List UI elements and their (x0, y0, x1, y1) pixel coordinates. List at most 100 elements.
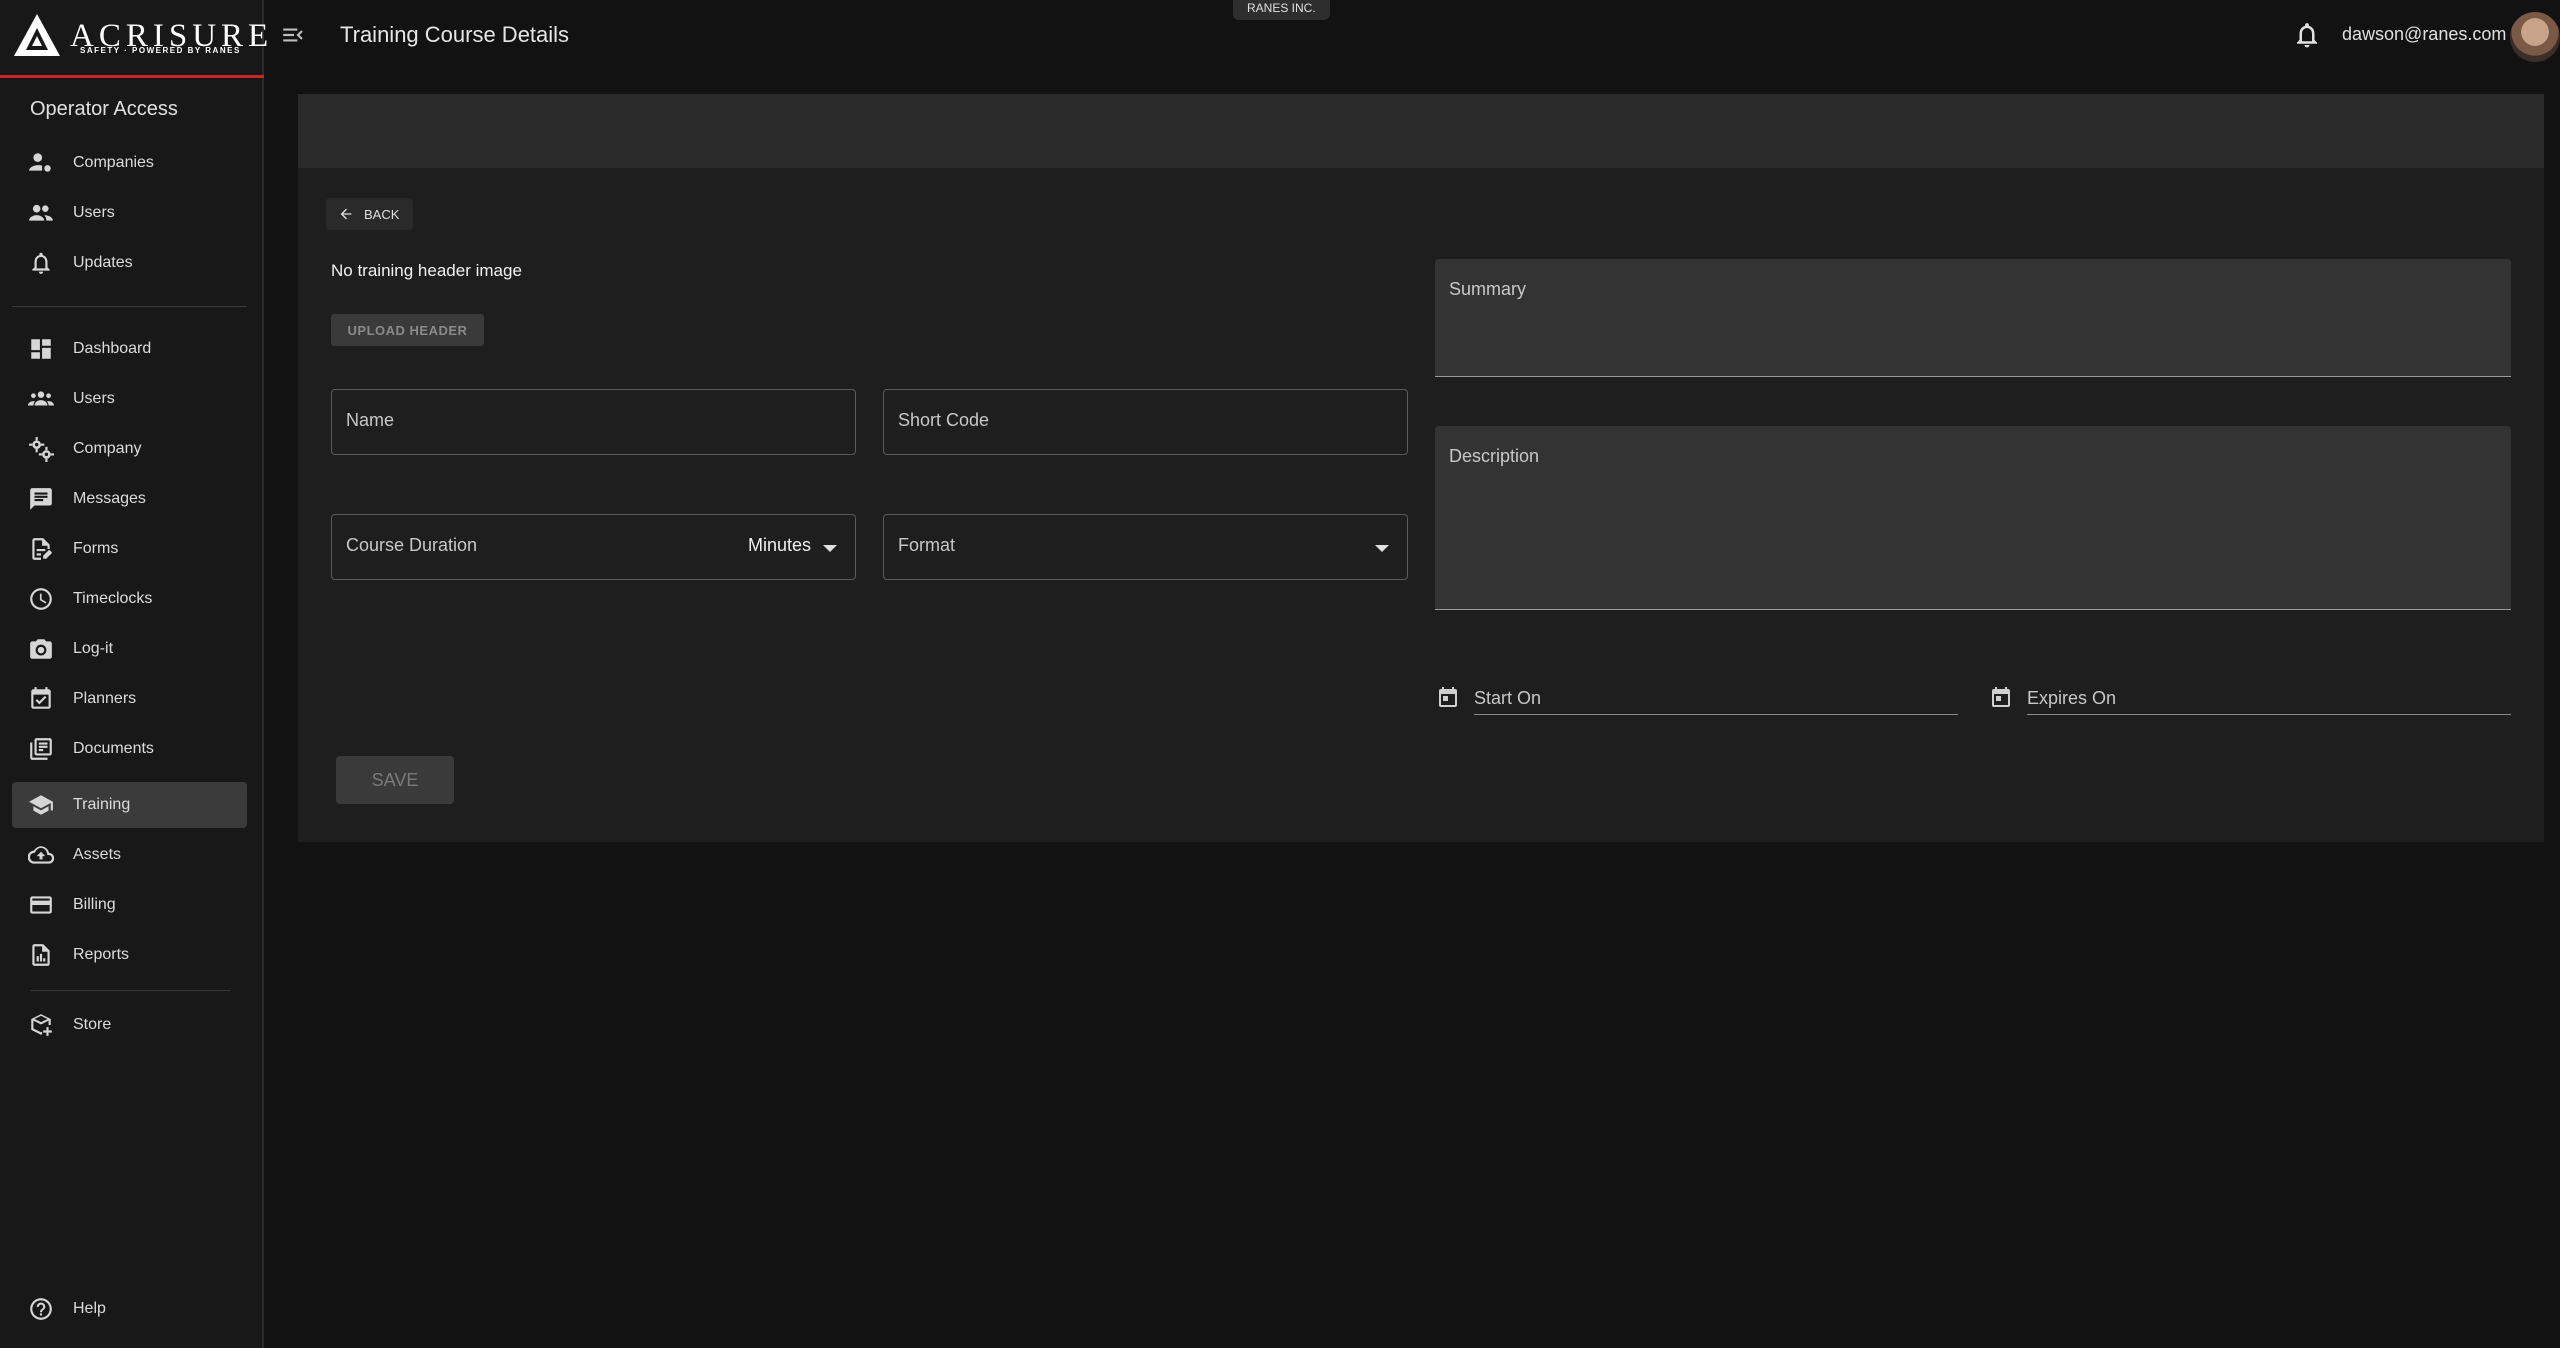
sidebar-item-label: Users (73, 390, 115, 407)
sidebar-divider (30, 990, 230, 991)
summary-placeholder: Summary (1449, 279, 1527, 299)
dropdown-arrow-icon[interactable] (1375, 545, 1389, 552)
sidebar-item-billing[interactable]: Billing (12, 882, 247, 928)
upload-header-button[interactable]: UPLOAD HEADER (331, 314, 484, 346)
acrisure-logo-icon (14, 14, 60, 56)
sidebar-item-label: Updates (73, 254, 133, 271)
no-header-image-text: No training header image (331, 261, 522, 280)
sidebar-item-label: Timeclocks (73, 590, 153, 607)
sidebar-item-users[interactable]: Users (12, 376, 247, 422)
brand-logo[interactable]: ACRISURE SAFETY · POWERED BY RANES (0, 0, 268, 78)
description-placeholder: Description (1449, 446, 1540, 466)
sidebar-item-forms[interactable]: Forms (12, 526, 247, 572)
sidebar-item-assets[interactable]: Assets (12, 832, 247, 878)
camera-icon (27, 635, 55, 663)
course-duration-placeholder: Course Duration (346, 535, 478, 555)
menu-collapse-icon[interactable] (280, 22, 306, 48)
sidebar-item-company[interactable]: Company (12, 426, 247, 472)
arrow-back-icon (340, 208, 352, 220)
sidebar-item-label: Companies (73, 154, 154, 171)
sidebar-item-label: Help (73, 1300, 106, 1317)
school-icon (27, 791, 55, 819)
sidebar-item-label: Dashboard (73, 340, 152, 357)
top-bar: Training Course Details RANES INC. dawso… (264, 0, 2560, 72)
company-chip[interactable]: RANES INC. (1233, 0, 1330, 20)
name-field[interactable]: Name (331, 389, 856, 455)
sidebar-item-planners[interactable]: Planners (12, 676, 247, 722)
gears-icon (27, 435, 55, 463)
duration-unit-select[interactable]: Minutes (748, 535, 811, 556)
app-root: ACRISURE SAFETY · POWERED BY RANES Opera… (0, 0, 2560, 1348)
sidebar-item-label: Users (73, 204, 115, 221)
operator-access-title: Operator Access (30, 98, 178, 120)
notifications-bell-icon[interactable] (2292, 20, 2322, 50)
sidebar-item-updates[interactable]: Updates (12, 240, 247, 286)
sidebar: ACRISURE SAFETY · POWERED BY RANES Opera… (0, 0, 268, 1348)
cloud-upload-icon (27, 841, 55, 869)
sidebar-item-operator-users[interactable]: Users (12, 190, 247, 236)
credit-card-icon (27, 891, 55, 919)
format-placeholder: Format (898, 535, 956, 555)
dashboard-icon (27, 335, 55, 363)
start-on-placeholder: Start On (1474, 688, 1542, 708)
sidebar-item-documents[interactable]: Documents (12, 726, 247, 772)
documents-icon (27, 735, 55, 763)
sidebar-item-label: Forms (73, 540, 119, 557)
report-icon (27, 941, 55, 969)
sidebar-item-training[interactable]: Training (12, 782, 247, 828)
sidebar-item-reports[interactable]: Reports (12, 932, 247, 978)
sidebar-item-companies[interactable]: Companies (12, 140, 247, 186)
people-icon (27, 199, 55, 227)
help-icon (27, 1295, 55, 1323)
sidebar-divider (12, 306, 247, 307)
manage-accounts-icon (27, 149, 55, 177)
description-field[interactable]: Description (1435, 426, 2511, 610)
brand-tagline: SAFETY · POWERED BY RANES (80, 46, 241, 55)
sidebar-item-label: Documents (73, 740, 154, 757)
groups-icon (27, 385, 55, 413)
sidebar-item-label: Reports (73, 946, 130, 963)
summary-field[interactable]: Summary (1435, 259, 2511, 377)
course-duration-field[interactable]: Course Duration Minutes (331, 514, 856, 580)
clock-icon (27, 585, 55, 613)
sidebar-item-help[interactable]: Help (12, 1286, 247, 1332)
start-on-underline (1474, 714, 1958, 715)
sidebar-item-label: Billing (73, 896, 116, 913)
page-title: Training Course Details (340, 22, 570, 47)
edit-document-icon (27, 535, 55, 563)
card-header (298, 94, 2544, 168)
sidebar-item-store[interactable]: Store (12, 1002, 247, 1048)
sidebar-item-label: Assets (73, 846, 122, 863)
calendar-icon[interactable] (1989, 686, 2013, 710)
sidebar-item-timeclocks[interactable]: Timeclocks (12, 576, 247, 622)
user-email[interactable]: dawson@ranes.com (2342, 24, 2506, 45)
sidebar-item-dashboard[interactable]: Dashboard (12, 326, 247, 372)
sidebar-item-label: Company (73, 440, 142, 457)
short-code-field[interactable]: Short Code (883, 389, 1408, 455)
sidebar-item-label: Messages (73, 490, 146, 507)
dropdown-arrow-icon[interactable] (823, 545, 837, 552)
back-label: BACK (364, 206, 400, 222)
calendar-icon[interactable] (1436, 686, 1460, 710)
sidebar-item-label: Planners (73, 690, 137, 707)
sidebar-item-label: Log-it (73, 640, 114, 657)
format-select[interactable]: Format (883, 514, 1408, 580)
expires-on-underline (2027, 714, 2511, 715)
course-details-card: BACK No training header image UPLOAD HEA… (298, 94, 2544, 842)
chat-icon (27, 485, 55, 513)
sidebar-item-log-it[interactable]: Log-it (12, 626, 247, 672)
calendar-check-icon (27, 685, 55, 713)
bell-icon (27, 249, 55, 277)
short-code-placeholder: Short Code (898, 410, 990, 430)
avatar[interactable] (2510, 12, 2560, 62)
name-placeholder: Name (346, 410, 395, 430)
sidebar-item-label: Training (73, 796, 131, 813)
sidebar-item-messages[interactable]: Messages (12, 476, 247, 522)
expires-on-placeholder: Expires On (2027, 688, 2117, 708)
start-on-field[interactable]: Start On (1436, 676, 1958, 716)
expires-on-field[interactable]: Expires On (1989, 676, 2511, 716)
add-box-icon (27, 1011, 55, 1039)
back-button[interactable]: BACK (326, 198, 414, 230)
sidebar-item-label: Store (73, 1016, 112, 1033)
save-button[interactable]: SAVE (336, 756, 454, 804)
